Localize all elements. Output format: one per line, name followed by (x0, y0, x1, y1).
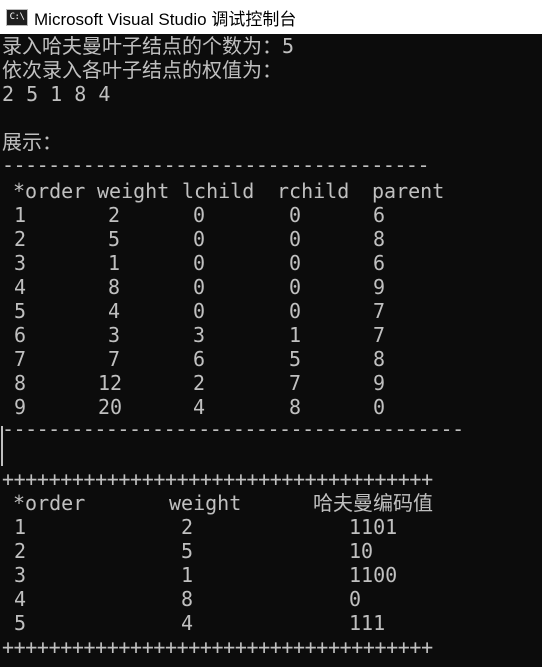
window-title: Microsoft Visual Studio 调试控制台 (34, 9, 297, 29)
table-row: 9 20 4 8 0 (0, 395, 542, 419)
tree-cell-parent: 6 (373, 203, 386, 227)
tree-cell-weight: 2 (108, 203, 121, 227)
plus-divider-top: +++++++++++++++++++++++++++++++++++++ (2, 467, 433, 491)
tree-cell-rchild: 8 (289, 395, 302, 419)
text-cursor (1, 426, 3, 466)
code-cell-order: 4 (14, 587, 27, 611)
divider-bottom: ---------------------------------------- (2, 417, 464, 441)
tree-cell-parent: 9 (373, 275, 386, 299)
table-row: 1 2 1101 (0, 515, 542, 539)
code-cell-weight: 5 (181, 539, 194, 563)
table-row: 3 1 0 0 6 (0, 251, 542, 275)
table-row: 8 12 2 7 9 (0, 371, 542, 395)
console-app-icon: C:\ (6, 8, 28, 26)
tree-cell-weight: 8 (108, 275, 121, 299)
tree-cell-weight: 12 (98, 371, 123, 395)
tree-header-lchild: lchild (182, 179, 255, 203)
tree-cell-weight: 7 (108, 347, 121, 371)
tree-cell-weight: 5 (108, 227, 121, 251)
table-row: 5 4 111 (0, 611, 542, 635)
table-row: 6 3 3 1 7 (0, 323, 542, 347)
code-cell-order: 2 (14, 539, 27, 563)
tree-cell-parent: 6 (373, 251, 386, 275)
tree-cell-order: 2 (14, 227, 27, 251)
tree-cell-order: 9 (14, 395, 27, 419)
tree-cell-lchild: 2 (193, 371, 206, 395)
tree-cell-lchild: 4 (193, 395, 206, 419)
code-cell-weight: 8 (181, 587, 194, 611)
tree-cell-order: 4 (14, 275, 27, 299)
table-row: 2 5 0 0 8 (0, 227, 542, 251)
code-header-code: 哈夫曼编码值 (313, 491, 433, 515)
tree-cell-weight: 20 (98, 395, 123, 419)
tree-cell-lchild: 3 (193, 323, 206, 347)
tree-header-order: *order (13, 179, 86, 203)
code-header-order: *order (13, 491, 86, 515)
weights-input: 2 5 1 8 4 (2, 82, 111, 106)
code-cell-weight: 4 (181, 611, 194, 635)
tree-cell-lchild: 0 (193, 203, 206, 227)
tree-cell-lchild: 0 (193, 227, 206, 251)
console-window: C:\ Microsoft Visual Studio 调试控制台 录入哈夫曼叶… (0, 0, 542, 667)
table-row: 7 7 6 5 8 (0, 347, 542, 371)
tree-cell-parent: 8 (373, 347, 386, 371)
tree-cell-rchild: 0 (289, 275, 302, 299)
tree-cell-lchild: 0 (193, 299, 206, 323)
tree-cell-order: 3 (14, 251, 27, 275)
code-cell-order: 3 (14, 563, 27, 587)
table-row: 3 1 1100 (0, 563, 542, 587)
tree-cell-rchild: 7 (289, 371, 302, 395)
tree-cell-lchild: 6 (193, 347, 206, 371)
tree-cell-order: 6 (14, 323, 27, 347)
show-label: 展示： (2, 130, 62, 154)
tree-cell-order: 1 (14, 203, 27, 227)
tree-header-weight: weight (97, 179, 170, 203)
tree-cell-order: 8 (14, 371, 27, 395)
divider-top: ------------------------------------- (2, 153, 430, 177)
title-bar[interactable]: C:\ Microsoft Visual Studio 调试控制台 (0, 0, 542, 34)
code-cell-order: 1 (14, 515, 27, 539)
tree-cell-rchild: 0 (289, 227, 302, 251)
tree-cell-rchild: 0 (289, 203, 302, 227)
tree-cell-weight: 4 (108, 299, 121, 323)
console-output: 录入哈夫曼叶子结点的个数为：5 依次录入各叶子结点的权值为： 2 5 1 8 4… (0, 34, 542, 667)
prompt-leaf-weights: 依次录入各叶子结点的权值为： (2, 58, 282, 82)
tree-cell-parent: 8 (373, 227, 386, 251)
tree-cell-rchild: 0 (289, 299, 302, 323)
prompt-leaf-count: 录入哈夫曼叶子结点的个数为：5 (2, 34, 295, 58)
tree-cell-order: 7 (14, 347, 27, 371)
code-cell-code: 111 (349, 611, 386, 635)
code-cell-order: 5 (14, 611, 27, 635)
tree-cell-order: 5 (14, 299, 27, 323)
tree-cell-rchild: 5 (289, 347, 302, 371)
code-cell-code: 10 (349, 539, 374, 563)
tree-cell-lchild: 0 (193, 275, 206, 299)
tree-header-parent: parent (372, 179, 445, 203)
table-row: 5 4 0 0 7 (0, 299, 542, 323)
plus-divider-bottom: +++++++++++++++++++++++++++++++++++++ (2, 635, 433, 659)
table-row: 1 2 0 0 6 (0, 203, 542, 227)
tree-cell-parent: 9 (373, 371, 386, 395)
code-cell-code: 1100 (349, 563, 398, 587)
tree-cell-rchild: 0 (289, 251, 302, 275)
code-header-weight: weight (169, 491, 242, 515)
tree-table-header: *order weight lchild rchild parent (0, 179, 542, 203)
table-row: 4 8 0 0 9 (0, 275, 542, 299)
code-cell-code: 1101 (349, 515, 398, 539)
code-cell-weight: 1 (181, 563, 194, 587)
code-cell-code: 0 (349, 587, 362, 611)
tree-cell-weight: 3 (108, 323, 121, 347)
tree-cell-rchild: 1 (289, 323, 302, 347)
tree-cell-parent: 7 (373, 299, 386, 323)
tree-cell-lchild: 0 (193, 251, 206, 275)
tree-cell-weight: 1 (108, 251, 121, 275)
table-row: 4 8 0 (0, 587, 542, 611)
tree-cell-parent: 7 (373, 323, 386, 347)
code-table-header: *order weight 哈夫曼编码值 (0, 491, 542, 515)
code-cell-weight: 2 (181, 515, 194, 539)
table-row: 2 5 10 (0, 539, 542, 563)
tree-header-rchild: rchild (277, 179, 350, 203)
tree-cell-parent: 0 (373, 395, 386, 419)
